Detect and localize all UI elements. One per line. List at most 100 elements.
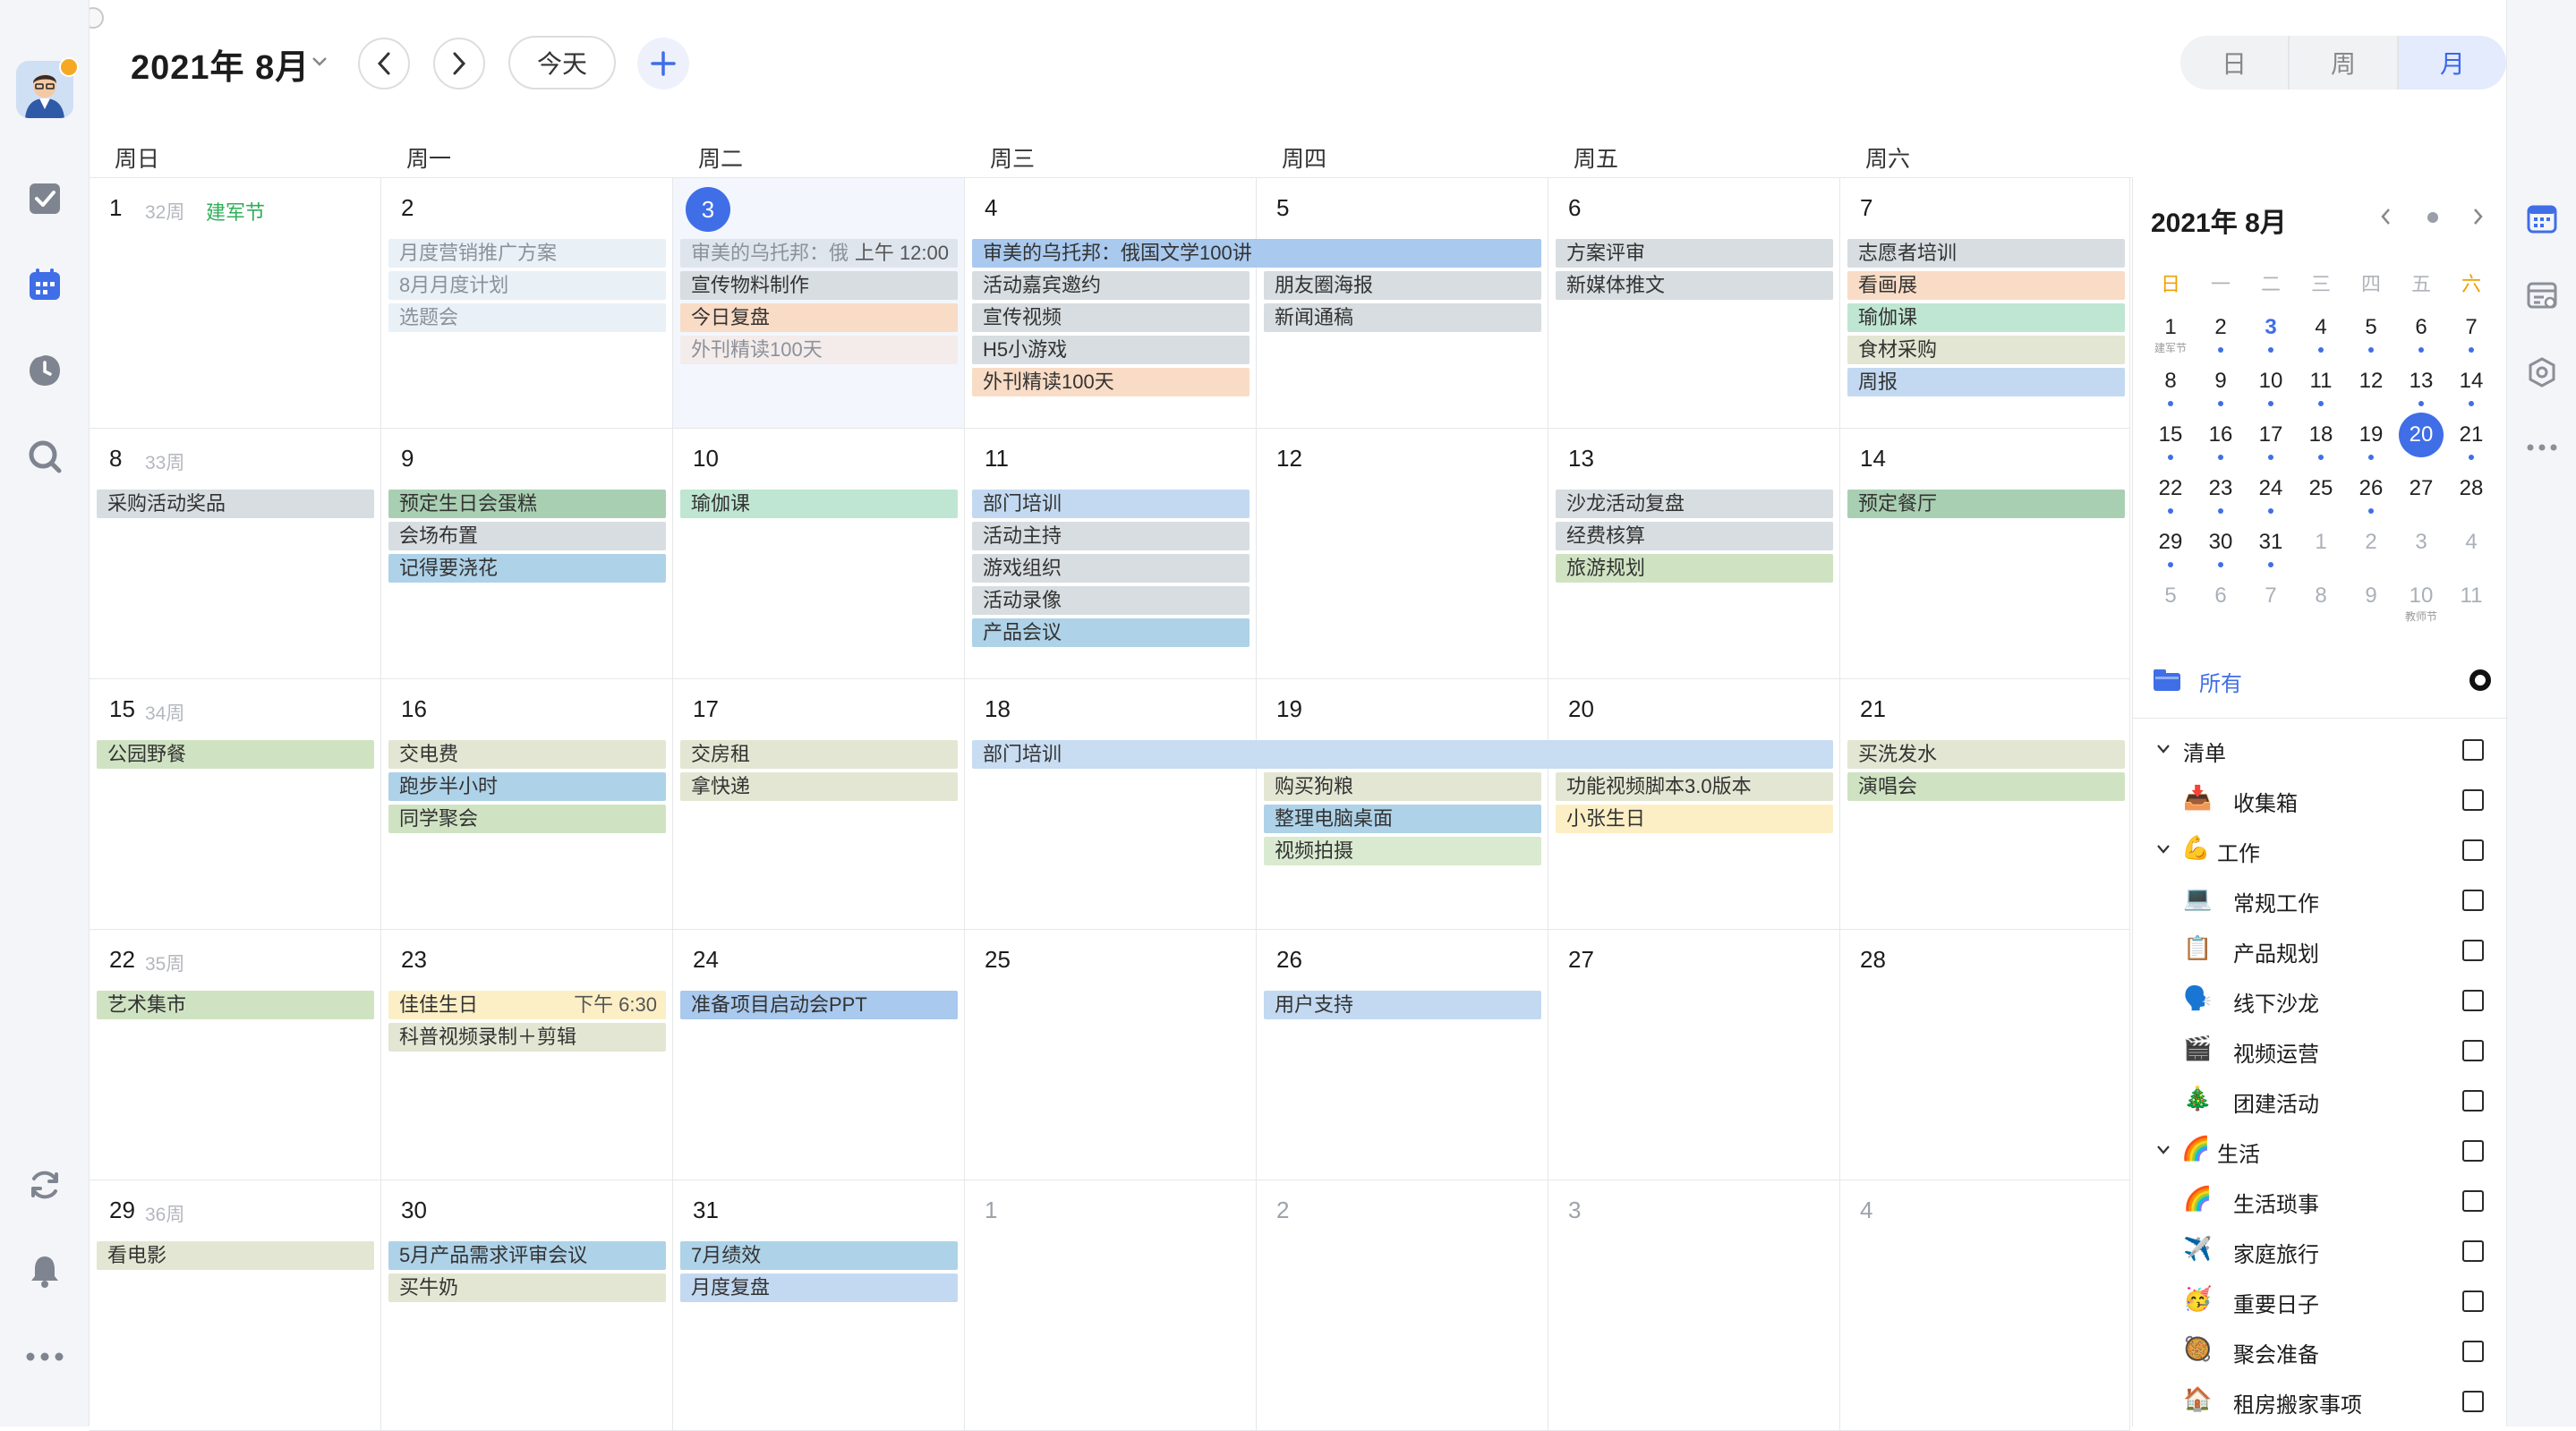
event-item[interactable]: 今日复盘 [680, 303, 958, 332]
mini-day[interactable]: 7 [2446, 308, 2496, 358]
day-cell[interactable]: 18 部门培训 [965, 679, 1833, 930]
calendar-view-icon[interactable] [2524, 200, 2560, 236]
mini-day[interactable]: 17 [2246, 415, 2296, 465]
mini-day[interactable]: 31 [2246, 523, 2296, 573]
event-item[interactable]: 活动主持 [972, 522, 1250, 550]
mini-day[interactable]: 3 [2246, 308, 2296, 358]
event-item[interactable]: 拿快递 [680, 772, 958, 801]
mini-day[interactable]: 10 教师节 [2396, 576, 2446, 626]
chevron-down-icon[interactable] [2156, 843, 2171, 859]
event-item[interactable]: 审美的乌托邦：俄国文学100讲 [972, 239, 1541, 268]
day-cell[interactable]: 25 [965, 930, 1257, 1180]
mini-day[interactable]: 19 [2346, 415, 2396, 465]
mini-day[interactable]: 9 [2196, 362, 2246, 412]
event-item[interactable]: 瑜伽课 [680, 490, 958, 518]
event-item[interactable]: 预定餐厅 [1847, 490, 2125, 518]
list-checkbox[interactable] [2462, 990, 2484, 1011]
mini-day[interactable]: 8 [2296, 576, 2346, 626]
list-checkbox[interactable] [2462, 1040, 2484, 1061]
more-options-icon[interactable] [23, 1335, 66, 1378]
list-item[interactable]: 🥳 重要日子 [2133, 1276, 2507, 1326]
event-item[interactable]: 宣传物料制作 [680, 271, 958, 300]
event-item[interactable]: 新闻通稿 [1264, 303, 1541, 332]
mini-day[interactable]: 29 [2145, 523, 2196, 573]
event-item[interactable]: 看电影 [97, 1241, 374, 1270]
event-item[interactable]: 旅游规划 [1556, 554, 1833, 583]
event-item[interactable]: 新媒体推文 [1556, 271, 1833, 300]
event-item[interactable]: 审美的乌托邦：俄 上午 12:00 [680, 239, 958, 268]
event-item[interactable]: 科普视频录制＋剪辑 [388, 1023, 666, 1052]
event-item[interactable]: 外刊精读100天 [972, 368, 1250, 396]
mini-day[interactable]: 23 [2196, 469, 2246, 519]
list-checkbox[interactable] [2462, 1140, 2484, 1162]
day-cell[interactable]: 10 瑜伽课 [673, 429, 965, 679]
add-event-button[interactable] [637, 38, 689, 89]
mini-day[interactable]: 25 [2296, 469, 2346, 519]
day-cell[interactable]: 13 沙龙活动复盘 经费核算 旅游规划 [1548, 429, 1840, 679]
event-item[interactable]: 食材采购 [1847, 336, 2125, 364]
mini-day[interactable]: 13 [2396, 362, 2446, 412]
event-item[interactable]: 佳佳生日 下午 6:30 [388, 991, 666, 1019]
event-item[interactable]: 外刊精读100天 [680, 336, 958, 364]
mini-day[interactable]: 3 [2396, 523, 2446, 573]
day-cell[interactable]: 6 方案评审 新媒体推文 [1548, 178, 1840, 429]
event-item[interactable]: 交房租 [680, 740, 958, 769]
list-checkbox[interactable] [2462, 839, 2484, 861]
mini-day[interactable]: 11 [2446, 576, 2496, 626]
day-cell[interactable]: 31 7月绩效 月度复盘 [673, 1180, 965, 1431]
chevron-down-icon[interactable] [2156, 1144, 2171, 1160]
mini-day[interactable]: 4 [2296, 308, 2346, 358]
list-item[interactable]: 📋 产品规划 [2133, 925, 2507, 975]
list-item[interactable]: 📥 收集箱 [2133, 775, 2507, 825]
day-cell[interactable]: 28 [1840, 930, 2130, 1180]
mini-day[interactable]: 10 [2246, 362, 2296, 412]
event-item[interactable]: 演唱会 [1847, 772, 2125, 801]
view-month-button[interactable]: 月 [2397, 36, 2506, 89]
mini-day[interactable]: 30 [2196, 523, 2246, 573]
event-item[interactable]: 记得要浇花 [388, 554, 666, 583]
event-item[interactable]: 周报 [1847, 368, 2125, 396]
event-item[interactable]: 同学聚会 [388, 805, 666, 833]
day-cell[interactable]: 12 [1257, 429, 1548, 679]
day-cell[interactable]: 20 功能视频脚本3.0版本 小张生日 [1548, 679, 1840, 930]
event-item[interactable]: 活动录像 [972, 586, 1250, 615]
settings-badge-icon[interactable] [2524, 354, 2560, 390]
event-item[interactable]: 小张生日 [1556, 805, 1833, 833]
mini-day[interactable]: 4 [2446, 523, 2496, 573]
list-checkbox[interactable] [2462, 1090, 2484, 1112]
list-checkbox[interactable] [2462, 1190, 2484, 1212]
event-item[interactable]: 会场布置 [388, 522, 666, 550]
day-cell[interactable]: 7 志愿者培训 看画展 瑜伽课 食材采购 周报 [1840, 178, 2130, 429]
event-item[interactable]: 5月产品需求评审会议 [388, 1241, 666, 1270]
day-cell[interactable]: 11 部门培训 活动主持 游戏组织 活动录像 产品会议 [965, 429, 1257, 679]
day-cell[interactable]: 5 朋友圈海报 新闻通稿 [1257, 178, 1548, 429]
event-item[interactable]: 月度营销推广方案 [388, 239, 666, 268]
month-title[interactable]: 2021年 8月 [131, 39, 310, 89]
list-checkbox[interactable] [2462, 1240, 2484, 1262]
view-day-button[interactable]: 日 [2180, 36, 2288, 89]
event-item[interactable]: 产品会议 [972, 618, 1250, 647]
day-cell[interactable]: 1 [965, 1180, 1257, 1431]
mini-day[interactable]: 9 [2346, 576, 2396, 626]
schedule-icon[interactable] [2524, 277, 2560, 313]
day-cell[interactable]: 26 用户支持 [1257, 930, 1548, 1180]
mini-day[interactable]: 5 [2145, 576, 2196, 626]
list-checkbox[interactable] [2462, 739, 2484, 761]
mini-day[interactable]: 8 [2145, 362, 2196, 412]
day-cell[interactable]: 22 35周 艺术集市 [90, 930, 381, 1180]
mini-today-button[interactable] [2427, 211, 2439, 228]
event-item[interactable]: 买洗发水 [1847, 740, 2125, 769]
day-cell[interactable]: 9 预定生日会蛋糕 会场布置 记得要浇花 [381, 429, 673, 679]
day-cell[interactable]: 19 购买狗粮 整理电脑桌面 视频拍摄 [1257, 679, 1548, 930]
list-checkbox[interactable] [2462, 940, 2484, 961]
event-item[interactable]: 宣传视频 [972, 303, 1250, 332]
mini-day[interactable]: 7 [2246, 576, 2296, 626]
event-item[interactable]: 经费核算 [1556, 522, 1833, 550]
mini-day[interactable]: 16 [2196, 415, 2246, 465]
list-item[interactable]: 🎬 视频运营 [2133, 1026, 2507, 1076]
event-item[interactable]: 月度复盘 [680, 1273, 958, 1302]
day-cell[interactable]: 23 佳佳生日 下午 6:30 科普视频录制＋剪辑 [381, 930, 673, 1180]
mini-day[interactable]: 28 [2446, 469, 2496, 519]
event-item[interactable]: 选题会 [388, 303, 666, 332]
event-item[interactable]: 部门培训 [972, 490, 1250, 518]
